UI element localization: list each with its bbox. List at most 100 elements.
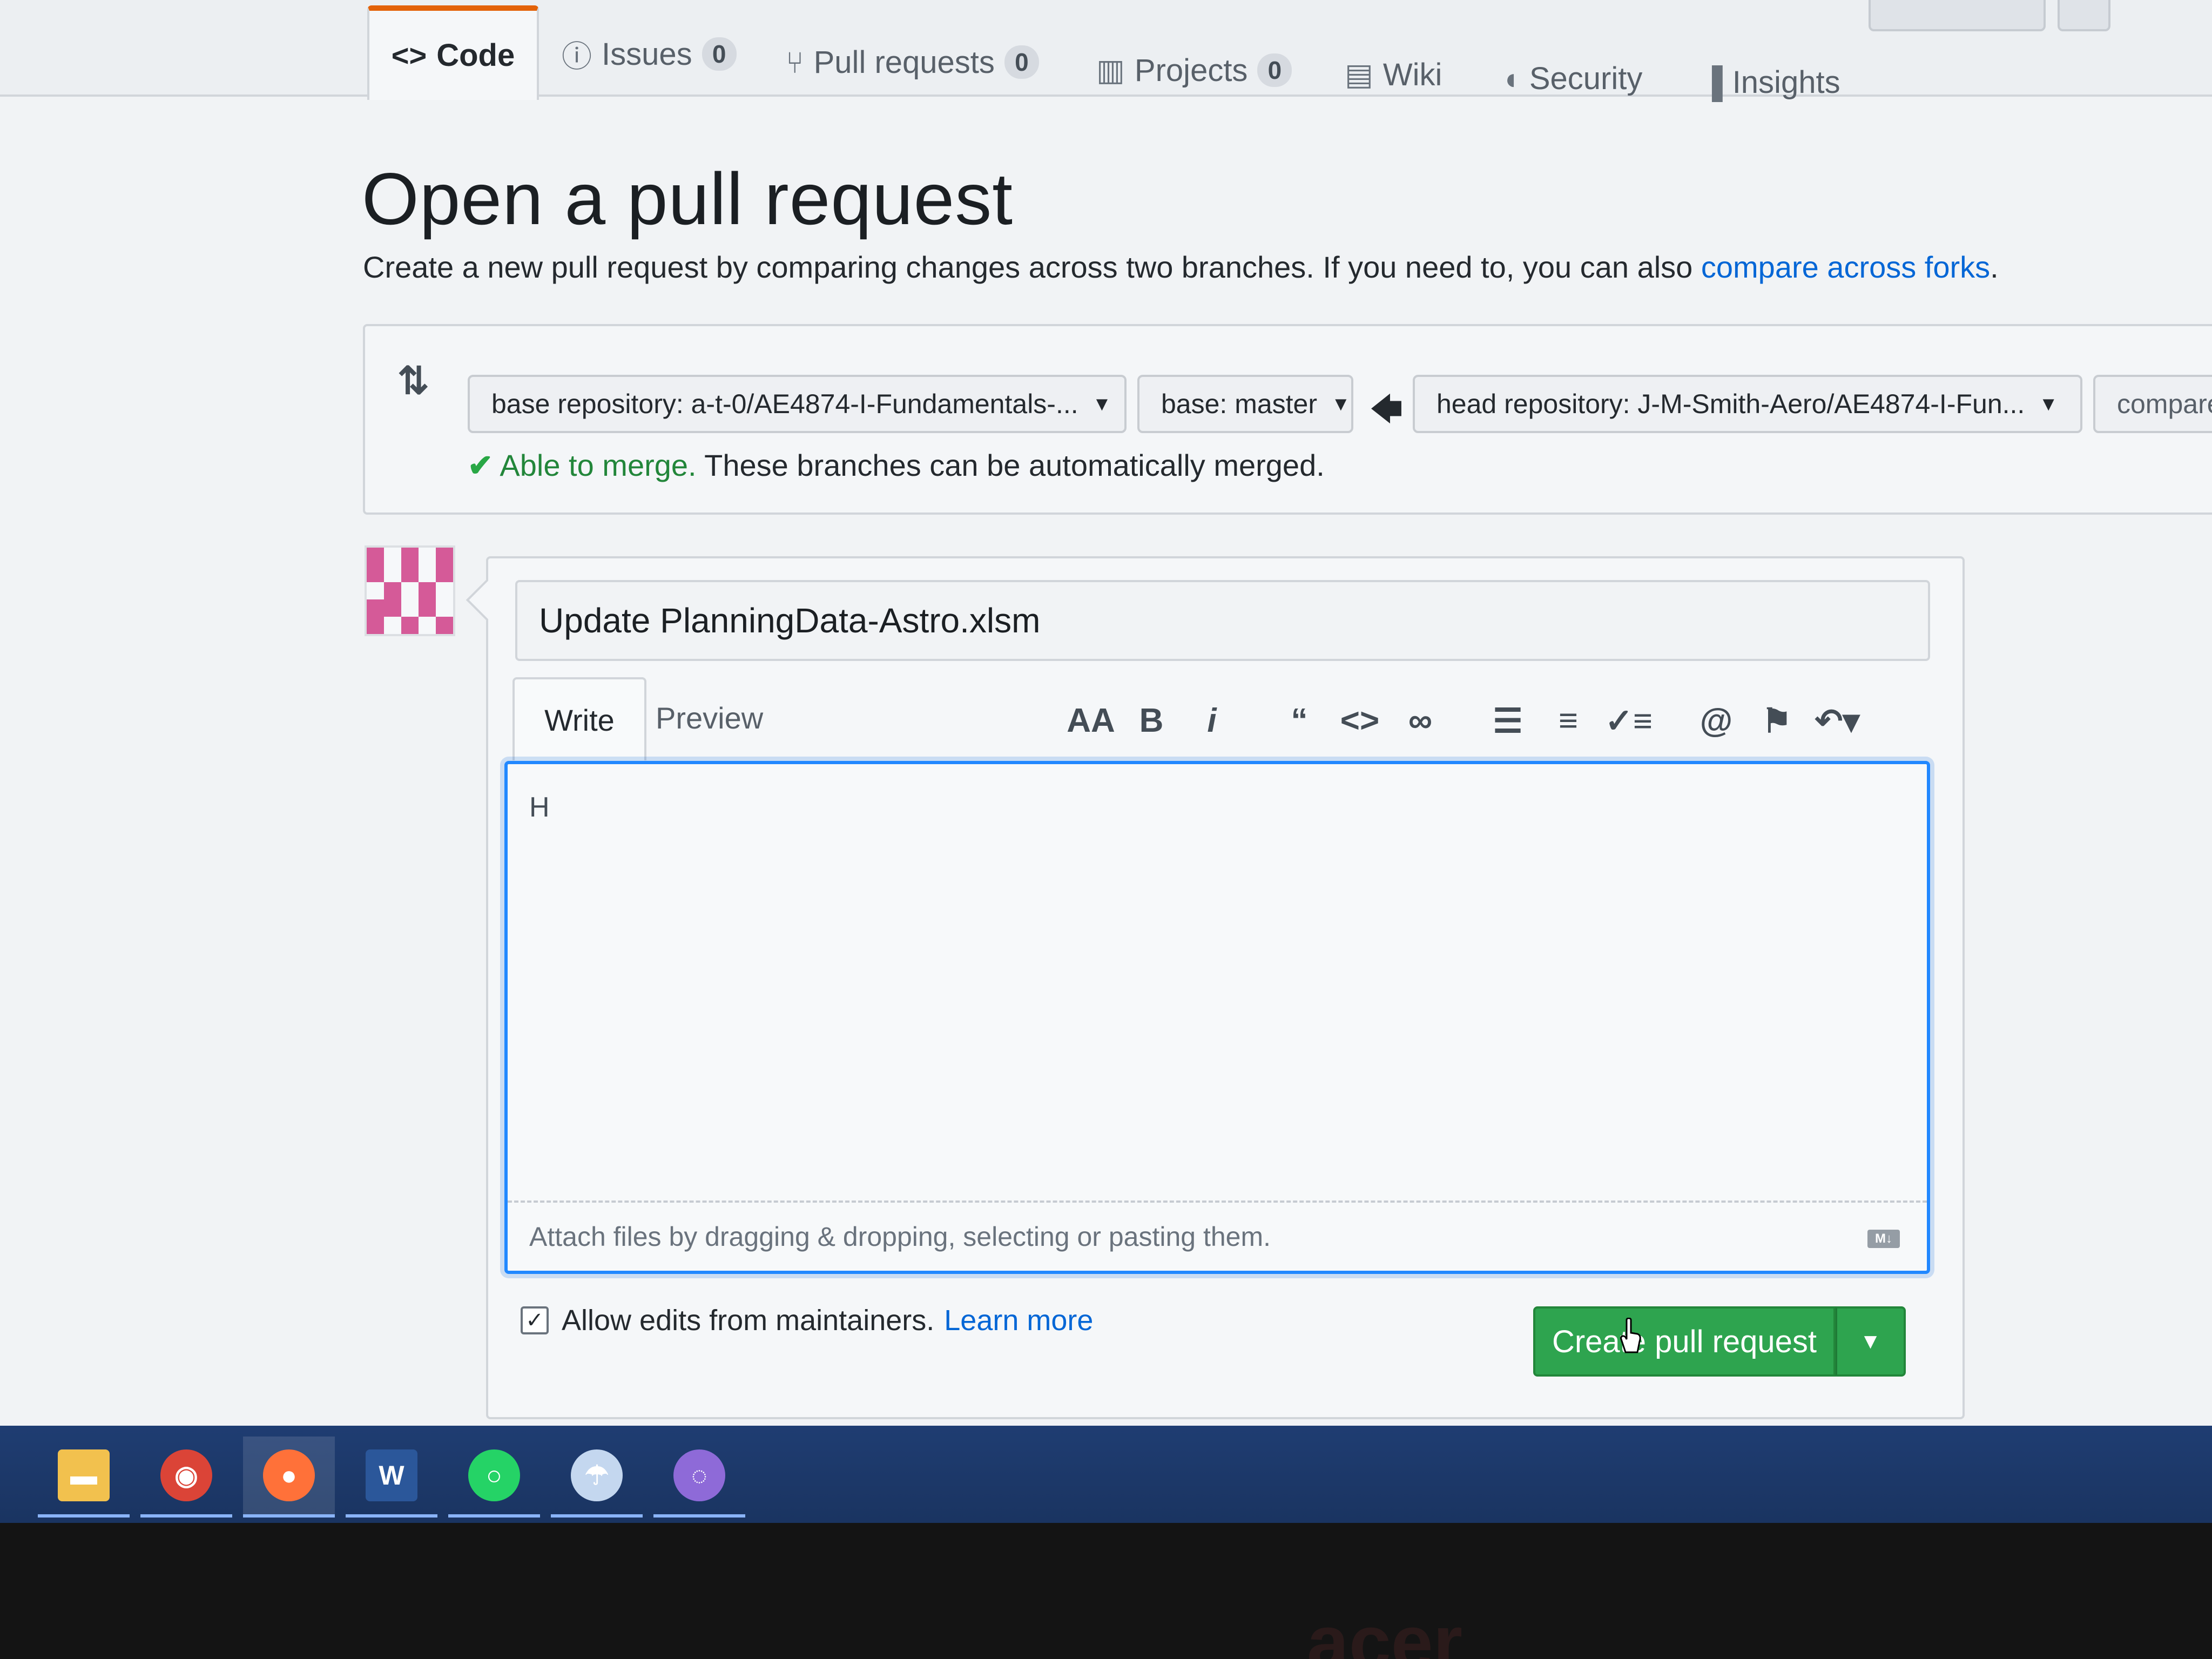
markdown-toolbar: AA Bi “<> ∞ ☰ ≡ ✓≡ @ ⚑ ↶▾ [1061,696,1867,745]
bold-icon[interactable]: B [1121,702,1182,740]
numbered-list-icon[interactable]: ≡ [1538,702,1599,740]
tab-label: Wiki [1382,57,1442,92]
monitor-brand: acer [1307,1600,1463,1659]
learn-more-link[interactable]: Learn more [944,1304,1093,1337]
tab-pull-requests[interactable]: ⑂ Pull requests 0 [786,30,1039,95]
compare-arrows-icon: ⇅ [397,360,429,402]
compare-across-forks-link[interactable]: compare across forks [1701,250,1990,284]
header-text-icon[interactable]: AA [1061,702,1121,740]
avatar-cell [436,565,453,582]
watch-button[interactable] [1869,0,2046,31]
github-desktop-icon: ◌ [673,1449,725,1501]
chevron-down-icon: ▼ [2039,393,2058,415]
hand-cursor-icon [1620,1318,1641,1353]
taskbar-app[interactable]: ○ [448,1437,540,1518]
avatar-cell [401,617,419,634]
avatar-cell [436,617,453,634]
allow-edits-row: ✓ Allow edits from maintainers. Learn mo… [521,1304,1093,1337]
github-page: <> Code ⓘ Issues 0 ⑂ Pull requests 0 ▥ P… [0,0,2212,1426]
avatar[interactable] [365,545,455,636]
page-title: Open a pull request [362,158,1014,240]
arrow-left-icon: 🡄 [1370,391,1403,427]
check-icon: ✔ [468,448,493,482]
shield-icon: ◖ [1501,61,1520,96]
create-pull-request-button[interactable]: Create pull request [1533,1306,1836,1377]
avatar-cell [367,548,384,565]
tab-write[interactable]: Write [512,677,646,760]
taskbar-app[interactable]: ◉ [140,1437,232,1518]
allow-edits-checkbox[interactable]: ✓ [521,1306,549,1334]
watch-count[interactable] [2058,0,2110,31]
parachute-app-icon: ☂ [571,1449,623,1501]
taskbar-app[interactable]: W [346,1437,437,1518]
tab-projects[interactable]: ▥ Projects 0 [1096,38,1292,103]
avatar-cell [436,548,453,565]
base-repository-select[interactable]: base repository: a-t-0/AE4874-I-Fundamen… [468,375,1127,433]
taskbar-app[interactable]: ☂ [551,1437,643,1518]
tab-label: Code [436,38,515,73]
tab-security[interactable]: ◖ Security [1501,46,1642,111]
avatar-cell [384,599,401,617]
merge-status: ✔ Able to merge. These branches can be a… [468,448,1325,483]
markdown-icon[interactable]: M↓ [1867,1230,1900,1248]
monitor-bezel: acer [0,1523,2212,1659]
task-list-icon[interactable]: ✓≡ [1599,701,1659,740]
subtitle-end: . [1990,250,1999,284]
avatar-cell [419,617,436,634]
pr-body-textarea[interactable]: H Attach files by dragging & dropping, s… [504,761,1930,1274]
mention-icon[interactable]: @ [1686,702,1746,740]
tab-code[interactable]: <> Code [367,5,539,100]
whatsapp-icon: ○ [468,1449,520,1501]
file-drop-zone[interactable]: Attach files by dragging & dropping, sel… [508,1201,1927,1271]
pull-request-icon: ⑂ [786,45,804,79]
quote-icon[interactable]: “ [1269,702,1330,740]
taskbar-app[interactable]: ▬ [38,1437,130,1518]
avatar-cell [419,548,436,565]
base-branch-select[interactable]: base: master ▼ [1137,375,1353,433]
head-repository-select[interactable]: head repository: J-M-Smith-Aero/AE4874-I… [1413,375,2082,433]
compare-branch-select[interactable]: compare: m [2093,375,2212,433]
avatar-cell [384,565,401,582]
head-repository-label: head repository: J-M-Smith-Aero/AE4874-I… [1437,389,2025,419]
base-repository-label: base repository: a-t-0/AE4874-I-Fundamen… [491,389,1078,419]
tab-label: Insights [1732,64,1840,100]
code-icon[interactable]: <> [1330,702,1390,740]
project-icon: ▥ [1096,53,1125,87]
tab-wiki[interactable]: ▤ Wiki [1345,42,1442,107]
create-options-dropdown[interactable]: ▼ [1836,1306,1906,1377]
avatar-cell [401,599,419,617]
reply-icon[interactable]: ↶▾ [1807,701,1867,740]
italic-icon[interactable]: i [1182,702,1242,740]
word-icon: W [366,1449,417,1501]
tab-issues[interactable]: ⓘ Issues 0 [562,22,737,86]
file-explorer-icon: ▬ [58,1449,110,1501]
avatar-cell [436,582,453,599]
subtitle-text: Create a new pull request by comparing c… [363,250,1701,284]
tab-insights[interactable]: ▐ Insights [1701,50,1840,114]
issues-counter: 0 [702,37,737,71]
pr-title-input[interactable] [515,580,1930,661]
avatar-cell [367,617,384,634]
saved-reply-icon[interactable]: ⚑ [1746,701,1807,740]
avatar-cell [419,565,436,582]
avatar-cell [419,599,436,617]
book-icon: ▤ [1345,57,1373,91]
page-subtitle: Create a new pull request by comparing c… [363,249,1999,285]
taskbar-app[interactable]: ◌ [653,1437,745,1518]
tab-label: Issues [602,36,692,72]
pr-body-text: H [529,792,550,823]
avatar-cell [419,582,436,599]
create-pr-button-group: Create pull request ▼ [1533,1306,1906,1377]
firefox-icon: ● [263,1449,315,1501]
chevron-down-icon: ▼ [1331,393,1351,415]
tab-preview[interactable]: Preview [656,677,763,758]
windows-taskbar: ▬ ◉ ● W ○ ☂ ◌ [0,1426,2212,1523]
compare-branch-label: compare: m [2117,389,2212,419]
link-icon[interactable]: ∞ [1390,702,1451,740]
chevron-down-icon: ▼ [1092,393,1112,415]
avatar-cell [401,582,419,599]
taskbar-app[interactable]: ● [243,1437,335,1518]
bulleted-list-icon[interactable]: ☰ [1478,701,1538,740]
form-pointer [466,579,508,621]
avatar-cell [384,548,401,565]
